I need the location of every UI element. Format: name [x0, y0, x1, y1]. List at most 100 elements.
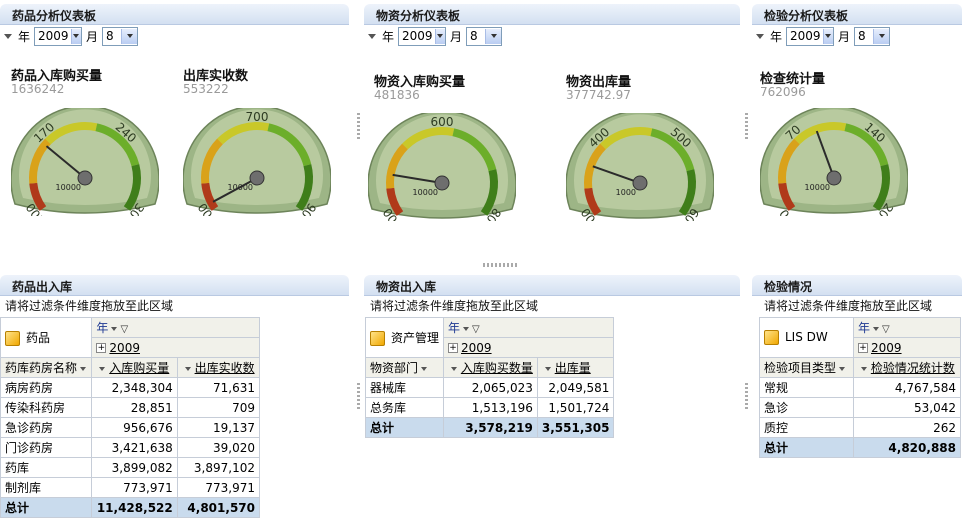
vertical-splitter-handle[interactable] — [357, 383, 360, 411]
filter-icon[interactable]: ▽ — [472, 324, 480, 335]
row-member[interactable]: 急诊药房 — [0, 417, 93, 438]
dropdown-icon[interactable] — [451, 366, 458, 371]
gauge-center-label: 1000 — [616, 188, 636, 197]
dropdown-icon[interactable] — [184, 366, 191, 371]
vertical-splitter-handle[interactable] — [745, 113, 748, 141]
cube-icon — [764, 330, 779, 345]
cell-value: 53,042 — [853, 397, 961, 418]
dropdown-icon[interactable] — [839, 366, 846, 371]
cube-name: LIS DW — [785, 330, 828, 344]
dropdown-icon[interactable] — [463, 326, 470, 331]
dropdown-arrow-icon[interactable] — [873, 28, 890, 44]
dropdown-icon[interactable] — [111, 326, 118, 331]
panel-header-material-dashboard: 物资分析仪表板 — [364, 4, 740, 25]
measure-header[interactable]: 入库购买量 — [91, 357, 178, 378]
month-select[interactable]: 8 — [102, 26, 139, 46]
cell-value: 2,065,023 — [443, 377, 538, 398]
year-value: 2009 — [790, 29, 821, 43]
measure-header[interactable]: 入库购买数量 — [443, 357, 538, 378]
year-select[interactable]: 2009 — [398, 26, 447, 46]
gauge-hub — [434, 175, 450, 191]
measure-header[interactable]: 检验情况统计数 — [853, 357, 961, 378]
table-row: 器械库 2,065,023 2,049,581 — [364, 377, 615, 398]
total-label: 总计 — [0, 497, 93, 518]
cell-value: 71,631 — [176, 377, 261, 398]
row-member[interactable]: 制剂库 — [0, 477, 93, 498]
year-select[interactable]: 2009 — [34, 26, 83, 46]
year-member[interactable]: +2009 — [91, 337, 260, 358]
row-member[interactable]: 传染科药房 — [0, 397, 93, 418]
table-row: 质控 262 — [759, 417, 961, 438]
gauge-drug-in: 100170 24030010000 — [11, 108, 159, 216]
gauge-center-label: 10000 — [805, 183, 830, 192]
year-field: 年 — [858, 321, 871, 335]
row-member[interactable]: 药库 — [0, 457, 93, 478]
dropdown-arrow-icon[interactable] — [121, 28, 138, 44]
expand-icon[interactable]: + — [96, 343, 107, 353]
row-member[interactable]: 质控 — [759, 417, 854, 438]
panel-title: 药品分析仪表板 — [12, 9, 97, 23]
measure-header[interactable]: 出库量 — [536, 357, 615, 378]
row-member[interactable]: 急诊 — [759, 397, 854, 418]
cube-name: 资产管理 — [391, 331, 440, 345]
filter-drop-zone[interactable]: 请将过滤条件维度拖放至此区域 — [370, 297, 538, 314]
vertical-splitter-handle[interactable] — [745, 383, 748, 411]
collapse-icon[interactable] — [4, 33, 12, 39]
cube-icon — [370, 331, 385, 346]
row-member[interactable]: 常规 — [759, 377, 854, 398]
row-header-label: 药库药房名称 — [5, 361, 78, 375]
expand-icon[interactable]: + — [448, 343, 459, 353]
date-selector-drug: 年 2009 月 8 — [0, 26, 142, 46]
row-header[interactable]: 药库药房名称 — [0, 357, 93, 378]
year-member[interactable]: +2009 — [443, 337, 615, 358]
dropdown-arrow-icon[interactable] — [434, 28, 446, 44]
date-selector-material: 年 2009 月 8 — [364, 26, 506, 46]
collapse-icon[interactable] — [756, 33, 764, 39]
year-member[interactable]: +2009 — [853, 337, 961, 358]
month-select[interactable]: 8 — [854, 26, 891, 46]
gauge-hub — [826, 170, 842, 186]
dropdown-arrow-icon[interactable] — [822, 28, 834, 44]
gauge-hub — [632, 175, 648, 191]
column-dimension-year[interactable]: 年 ▽ — [91, 317, 260, 338]
dropdown-icon[interactable] — [873, 326, 880, 331]
dropdown-icon[interactable] — [99, 366, 106, 371]
month-label: 月 — [450, 29, 463, 44]
filter-drop-zone[interactable]: 请将过滤条件维度拖放至此区域 — [5, 297, 173, 314]
filter-icon[interactable]: ▽ — [882, 324, 890, 335]
total-value: 4,801,570 — [176, 497, 261, 518]
dropdown-arrow-icon[interactable] — [70, 28, 82, 44]
measure-label: 出库实收数 — [194, 361, 255, 375]
horizontal-splitter-handle[interactable] — [483, 263, 519, 267]
row-member[interactable]: 总务库 — [364, 397, 445, 418]
cube-icon — [5, 331, 20, 346]
column-dimension-year[interactable]: 年 ▽ — [443, 317, 615, 338]
dropdown-icon[interactable] — [421, 366, 428, 371]
measure-header[interactable]: 出库实收数 — [176, 357, 261, 378]
panel-title: 药品出入库 — [12, 280, 73, 294]
row-member[interactable]: 病房药房 — [0, 377, 93, 398]
row-member[interactable]: 器械库 — [364, 377, 445, 398]
filter-drop-zone[interactable]: 请将过滤条件维度拖放至此区域 — [764, 297, 932, 314]
filter-icon[interactable]: ▽ — [120, 324, 128, 335]
dropdown-arrow-icon[interactable] — [485, 28, 502, 44]
dropdown-icon[interactable] — [544, 366, 551, 371]
row-header[interactable]: 物资部门 — [364, 357, 445, 378]
dropdown-icon[interactable] — [861, 366, 867, 371]
cell-value: 39,020 — [176, 437, 261, 458]
vertical-splitter-handle[interactable] — [357, 113, 360, 141]
total-row: 总计 11,428,522 4,801,570 — [0, 497, 261, 518]
year-value: 2009 — [38, 29, 69, 43]
dropdown-icon[interactable] — [80, 366, 87, 371]
row-header[interactable]: 检验项目类型 — [759, 357, 854, 378]
collapse-icon[interactable] — [368, 33, 376, 39]
row-member[interactable]: 门诊药房 — [0, 437, 93, 458]
year-label: 年 — [18, 29, 31, 44]
year-select[interactable]: 2009 — [786, 26, 835, 46]
cube-name: 药品 — [26, 331, 51, 345]
column-dimension-year[interactable]: 年 ▽ — [853, 317, 961, 338]
month-select[interactable]: 8 — [466, 26, 503, 46]
cell-value: 19,137 — [176, 417, 261, 438]
expand-icon[interactable]: + — [858, 343, 868, 353]
month-label: 月 — [838, 29, 851, 44]
